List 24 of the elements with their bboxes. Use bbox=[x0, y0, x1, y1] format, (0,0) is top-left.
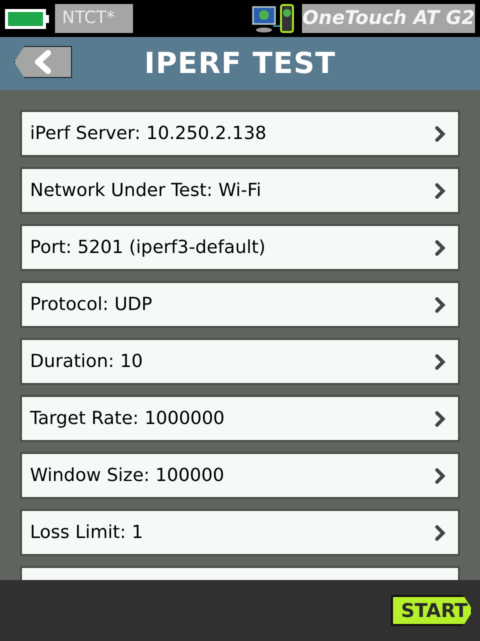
chevron-right-icon bbox=[435, 468, 446, 484]
chevron-right-icon bbox=[435, 410, 446, 426]
chevron-right-icon bbox=[435, 354, 446, 370]
chevron-right-icon bbox=[435, 296, 446, 312]
page-title: IPERF TEST bbox=[144, 44, 336, 82]
back-button[interactable] bbox=[14, 46, 72, 78]
chevron-right-icon bbox=[435, 182, 446, 198]
start-button[interactable]: START bbox=[391, 595, 473, 626]
chevron-right-icon bbox=[435, 126, 446, 142]
back-chevron-icon bbox=[34, 50, 52, 74]
setting-row[interactable]: Duration: 10 bbox=[20, 338, 460, 385]
network-connection-icon bbox=[251, 4, 297, 34]
battery-icon bbox=[5, 8, 50, 28]
device-name-label: OneTouch AT G2 bbox=[302, 4, 475, 33]
chevron-right-icon bbox=[435, 240, 446, 256]
setting-row[interactable]: Window Size: 100000 bbox=[20, 452, 460, 499]
profile-label: NTCT* bbox=[55, 4, 133, 33]
setting-row[interactable]: iPerf Server: 10.250.2.138 bbox=[20, 110, 460, 157]
setting-row[interactable]: Port: 5201 (iperf3-default) bbox=[20, 224, 460, 271]
chevron-right-icon bbox=[435, 524, 446, 540]
setting-row[interactable]: Protocol: UDP bbox=[20, 281, 460, 328]
setting-row[interactable]: Target Rate: 1000000 bbox=[20, 395, 460, 442]
setting-row[interactable]: Loss Limit: 1 bbox=[20, 509, 460, 556]
setting-row[interactable]: Network Under Test: Wi-Fi bbox=[20, 167, 460, 214]
